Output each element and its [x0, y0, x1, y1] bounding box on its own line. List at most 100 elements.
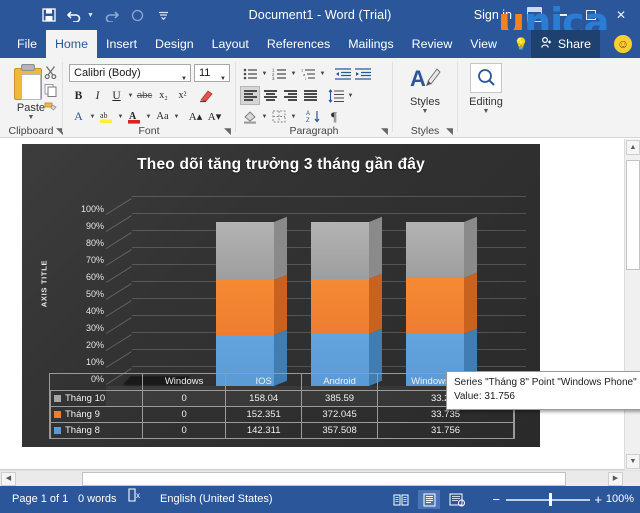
line-spacing-dropdown-icon[interactable]: ▼ [346, 86, 355, 105]
chart-title[interactable]: Theo dõi tăng trưởng 3 tháng gần đây [22, 156, 540, 174]
superscript-button[interactable]: x² [173, 86, 192, 105]
sign-in-link[interactable]: Sign in [474, 0, 512, 30]
zoom-slider-handle[interactable] [549, 493, 552, 506]
strikethrough-button[interactable]: abc [135, 86, 154, 105]
segment-thang-9[interactable] [406, 278, 464, 334]
font-dialog-launcher[interactable]: ◥ [224, 127, 233, 136]
scroll-down-icon[interactable]: ▼ [626, 454, 640, 469]
editing-dropdown-icon[interactable]: ▼ [458, 108, 514, 115]
bullets-icon[interactable] [240, 64, 260, 83]
styles-label[interactable]: Styles [393, 96, 457, 108]
tab-mailings[interactable]: Mailings [339, 30, 402, 58]
styles-icon[interactable]: A [393, 64, 457, 99]
font-name-combobox[interactable]: Calibri (Body) ▼ [69, 64, 191, 82]
segment-thang-10[interactable] [406, 222, 464, 278]
zoom-in-button[interactable]: + [594, 486, 602, 513]
y-axis-title[interactable]: AXIS TITLE [40, 254, 49, 314]
vertical-scroll-thumb[interactable] [626, 160, 640, 270]
cut-icon[interactable] [44, 65, 57, 82]
increase-indent-icon[interactable] [353, 64, 373, 83]
tab-review[interactable]: Review [403, 30, 462, 58]
table-row[interactable]: Tháng 8 0 142.311 357.508 31.756 [51, 422, 514, 438]
shrink-font-icon[interactable]: A▾ [205, 107, 224, 126]
editing-icon[interactable] [470, 63, 502, 93]
change-case-button[interactable]: Aa [153, 107, 172, 126]
show-formatting-marks-icon[interactable]: ¶ [324, 107, 344, 126]
text-effects-dropdown-icon[interactable]: ▼ [88, 107, 97, 126]
print-layout-icon[interactable] [418, 490, 440, 509]
document-canvas[interactable]: Theo dõi tăng trưởng 3 tháng gần đây AXI… [0, 139, 640, 470]
vertical-scrollbar[interactable]: ▲ ▼ [624, 139, 640, 470]
borders-icon[interactable] [269, 107, 289, 126]
tab-references[interactable]: References [258, 30, 339, 58]
proofing-errors-icon[interactable]: x [127, 486, 143, 513]
change-case-dropdown-icon[interactable]: ▼ [172, 107, 181, 126]
column-windows-phone[interactable] [406, 222, 464, 386]
align-right-icon[interactable] [280, 86, 300, 105]
copy-icon[interactable] [44, 83, 57, 100]
horizontal-scrollbar[interactable]: ◀ ▶ [0, 470, 640, 486]
text-effects-icon[interactable]: A [69, 107, 88, 126]
segment-thang-10[interactable] [311, 222, 369, 279]
zoom-out-button[interactable]: − [492, 486, 500, 513]
font-size-dropdown-icon[interactable]: ▼ [220, 71, 226, 87]
editing-label[interactable]: Editing [458, 96, 514, 108]
grow-font-icon[interactable]: A▴ [186, 107, 205, 126]
font-name-dropdown-icon[interactable]: ▼ [181, 71, 187, 87]
styles-dropdown-icon[interactable]: ▼ [393, 108, 457, 115]
series-label-thang-9[interactable]: Tháng 9 [51, 406, 143, 422]
scroll-up-icon[interactable]: ▲ [626, 140, 640, 155]
decrease-indent-icon[interactable] [333, 64, 353, 83]
font-color-dropdown-icon[interactable]: ▼ [144, 107, 153, 126]
column-android[interactable] [311, 222, 369, 386]
feedback-smiley-icon[interactable]: ☺ [614, 35, 632, 53]
text-highlight-icon[interactable]: ab [97, 107, 116, 126]
ribbon-display-options-icon[interactable] [527, 7, 542, 22]
maximize-button[interactable] [576, 0, 606, 30]
language-indicator[interactable]: English (United States) [160, 486, 273, 513]
bold-button[interactable]: B [69, 86, 88, 105]
sort-icon[interactable]: AZ [304, 107, 324, 126]
close-button[interactable]: ✕ [606, 0, 636, 30]
tab-insert[interactable]: Insert [97, 30, 146, 58]
page-indicator[interactable]: Page 1 of 1 [12, 486, 68, 513]
table-row[interactable]: Tháng 10 0 158.04 385.59 33.294 [51, 390, 514, 406]
highlight-dropdown-icon[interactable]: ▼ [116, 107, 125, 126]
horizontal-scroll-thumb[interactable] [82, 472, 566, 486]
justify-icon[interactable] [300, 86, 320, 105]
minimize-button[interactable] [546, 0, 576, 30]
scroll-left-icon[interactable]: ◀ [1, 472, 16, 486]
segment-thang-10[interactable] [216, 222, 274, 280]
align-left-icon[interactable] [240, 86, 260, 105]
zoom-slider-track[interactable] [506, 499, 590, 501]
word-count[interactable]: 0 words [78, 486, 117, 513]
tab-layout[interactable]: Layout [203, 30, 258, 58]
format-painter-icon[interactable] [44, 101, 58, 118]
column-ios[interactable] [216, 222, 274, 386]
web-layout-icon[interactable] [446, 490, 468, 509]
clear-formatting-icon[interactable] [197, 86, 216, 105]
tab-view[interactable]: View [461, 30, 506, 58]
document-page[interactable]: Theo dõi tăng trưởng 3 tháng gần đây AXI… [0, 139, 624, 470]
italic-button[interactable]: I [88, 86, 107, 105]
multilevel-list-icon[interactable]: 1ai [298, 64, 318, 83]
paragraph-dialog-launcher[interactable]: ◥ [381, 127, 390, 136]
multilevel-dropdown-icon[interactable]: ▼ [318, 64, 327, 83]
segment-thang-9[interactable] [216, 280, 274, 335]
paste-icon[interactable] [12, 64, 46, 102]
chart-object[interactable]: Theo dõi tăng trưởng 3 tháng gần đây AXI… [22, 144, 540, 447]
bullets-dropdown-icon[interactable]: ▼ [260, 64, 269, 83]
shading-dropdown-icon[interactable]: ▼ [260, 107, 269, 126]
subscript-button[interactable]: x₂ [154, 86, 173, 105]
tab-design[interactable]: Design [146, 30, 203, 58]
align-center-icon[interactable] [260, 86, 280, 105]
series-label-thang-8[interactable]: Tháng 8 [51, 422, 143, 438]
tab-home[interactable]: Home [46, 30, 97, 58]
underline-button[interactable]: U [107, 86, 126, 105]
segment-thang-9[interactable] [311, 279, 369, 334]
series-label-thang-10[interactable]: Tháng 10 [51, 390, 143, 406]
line-spacing-icon[interactable] [326, 86, 346, 105]
read-mode-icon[interactable] [390, 490, 412, 509]
numbering-dropdown-icon[interactable]: ▼ [289, 64, 298, 83]
borders-dropdown-icon[interactable]: ▼ [289, 107, 298, 126]
